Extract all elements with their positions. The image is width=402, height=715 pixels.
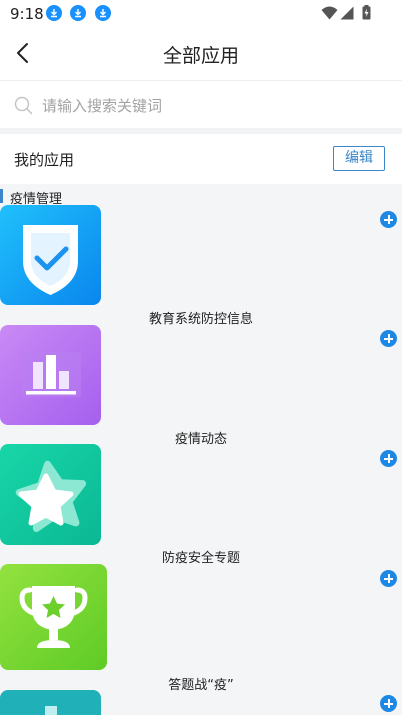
status-time: 9:18: [10, 5, 44, 23]
app-tile[interactable]: [0, 564, 107, 670]
app-tile[interactable]: [0, 690, 101, 715]
app-list: 疫情管理 教育系统防控信息 疫情动态 防疫安全专题 答题战“疫”: [0, 184, 402, 715]
add-app-button[interactable]: [380, 211, 397, 228]
download-icon: [95, 5, 111, 21]
battery-icon: [362, 5, 371, 20]
app-tile[interactable]: [0, 444, 101, 545]
page-title: 全部应用: [162, 45, 239, 67]
search-input[interactable]: [40, 92, 374, 120]
app-icon: [0, 690, 101, 715]
search-bar: [0, 80, 402, 129]
add-app-button[interactable]: [380, 570, 397, 587]
star-icon: [0, 444, 101, 545]
status-bar: 9:18: [0, 0, 402, 26]
search-icon: [14, 96, 33, 115]
top-bar: 全部应用: [0, 26, 402, 80]
section-accent-bar: [0, 189, 3, 203]
shield-check-icon: [0, 205, 101, 305]
cell-signal-icon: [340, 6, 354, 20]
edit-button[interactable]: 编辑: [333, 146, 385, 171]
wifi-icon: [321, 6, 338, 20]
bar-chart-icon: [0, 325, 101, 425]
add-app-button[interactable]: [380, 450, 397, 467]
add-app-button[interactable]: [380, 330, 397, 347]
trophy-icon: [0, 564, 107, 670]
download-icon: [70, 5, 86, 21]
add-app-button[interactable]: [380, 695, 397, 712]
app-tile[interactable]: [0, 205, 101, 305]
my-apps-row: 我的应用 编辑: [0, 134, 402, 184]
app-tile[interactable]: [0, 325, 101, 425]
download-icon: [46, 5, 62, 21]
my-apps-label: 我的应用: [14, 151, 75, 169]
